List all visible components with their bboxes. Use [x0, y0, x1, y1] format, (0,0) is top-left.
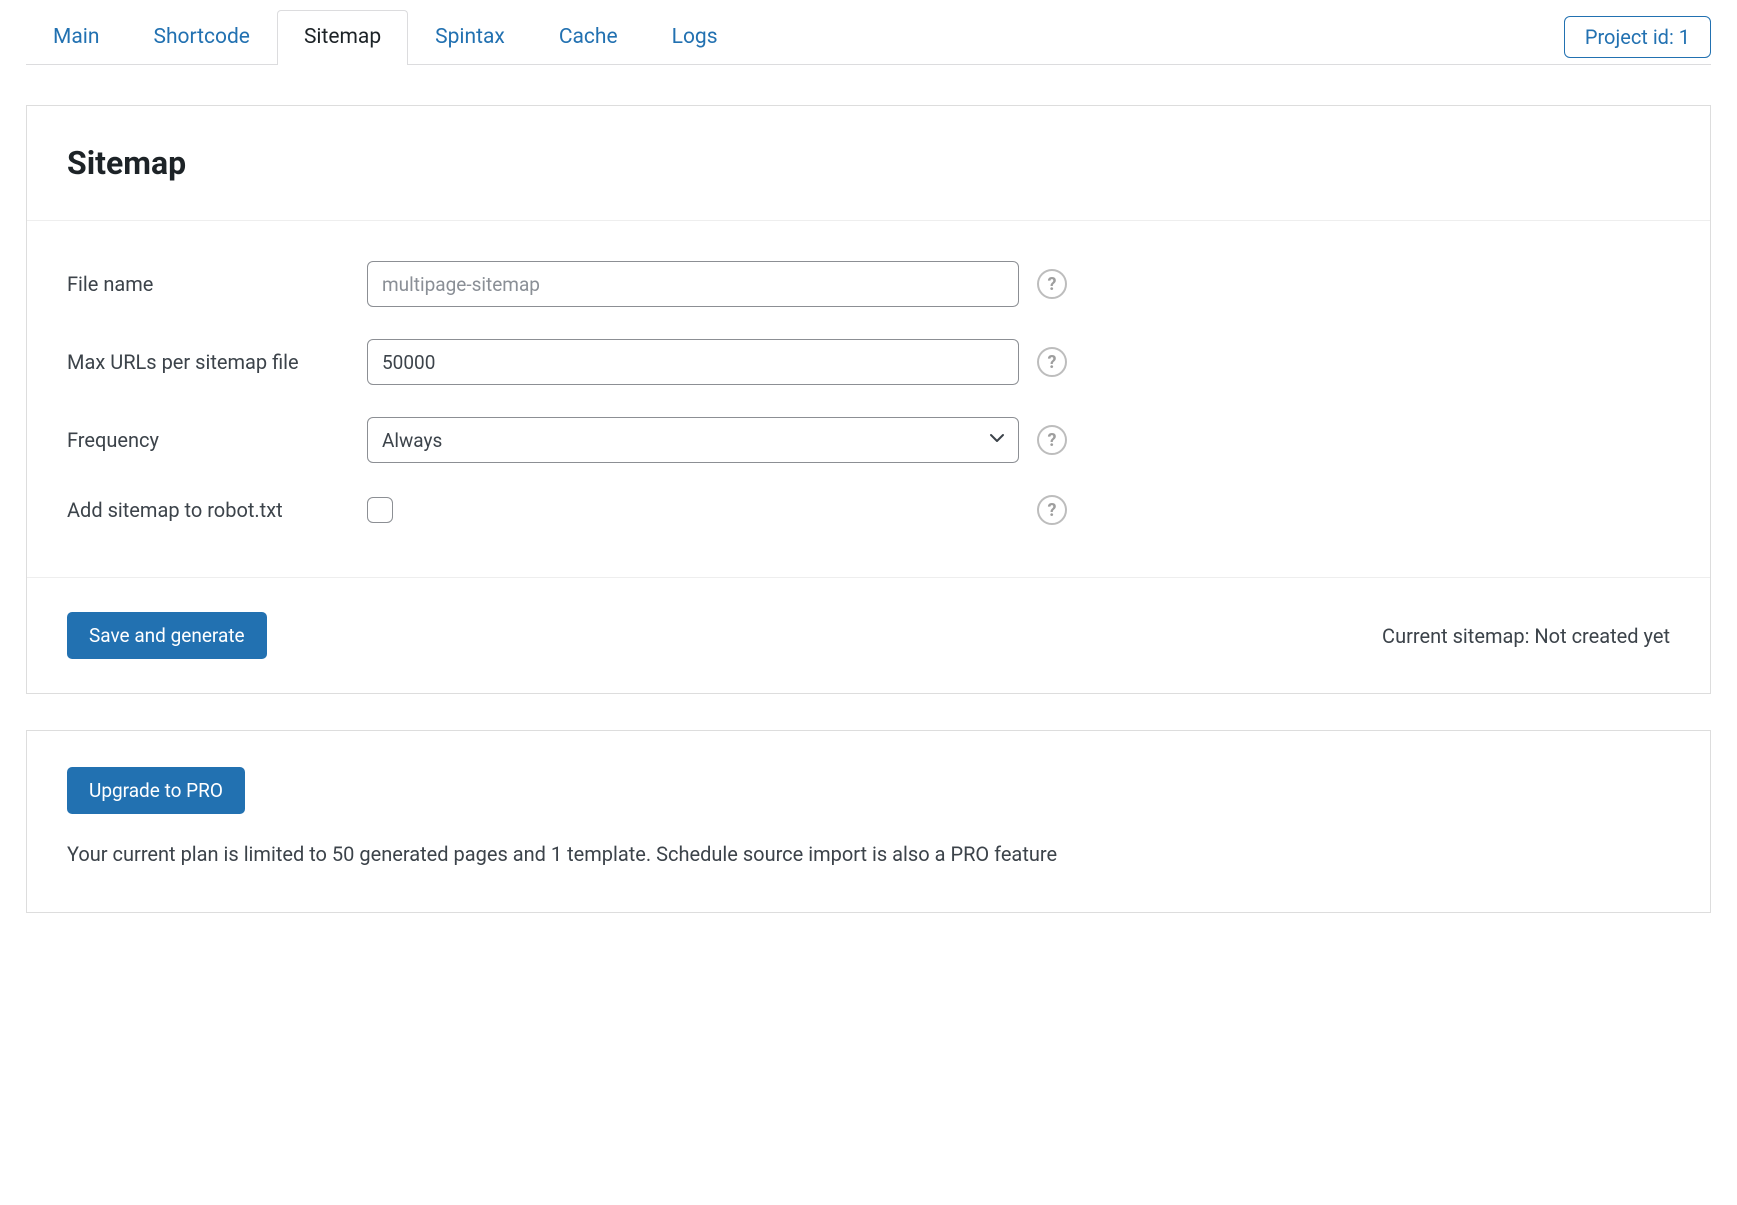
panel-header: Sitemap — [27, 106, 1710, 220]
row-robot-txt: Add sitemap to robot.txt ? — [67, 479, 1670, 541]
max-urls-input[interactable] — [367, 339, 1019, 385]
tab-bar: Main Shortcode Sitemap Spintax Cache Log… — [26, 10, 1711, 65]
frequency-label: Frequency — [67, 428, 367, 452]
tab-spintax[interactable]: Spintax — [408, 10, 532, 65]
tab-cache[interactable]: Cache — [532, 10, 645, 65]
panel-title: Sitemap — [67, 144, 1670, 182]
upgrade-pro-button[interactable]: Upgrade to PRO — [67, 767, 245, 814]
file-name-input[interactable] — [367, 261, 1019, 307]
tab-main[interactable]: Main — [26, 10, 126, 65]
tab-shortcode[interactable]: Shortcode — [126, 10, 276, 65]
frequency-select[interactable]: Always — [367, 417, 1019, 463]
max-urls-label: Max URLs per sitemap file — [67, 350, 367, 374]
upgrade-description: Your current plan is limited to 50 gener… — [67, 842, 1670, 866]
row-frequency: Frequency Always ? — [67, 401, 1670, 479]
sitemap-panel: Sitemap File name ? Max URLs per sitemap… — [26, 105, 1711, 694]
robot-txt-label: Add sitemap to robot.txt — [67, 498, 367, 522]
help-icon[interactable]: ? — [1037, 347, 1067, 377]
row-max-urls: Max URLs per sitemap file ? — [67, 323, 1670, 401]
help-icon[interactable]: ? — [1037, 269, 1067, 299]
row-file-name: File name ? — [67, 245, 1670, 323]
tab-sitemap[interactable]: Sitemap — [277, 10, 408, 65]
file-name-label: File name — [67, 272, 367, 296]
help-icon[interactable]: ? — [1037, 495, 1067, 525]
help-icon[interactable]: ? — [1037, 425, 1067, 455]
sitemap-status: Current sitemap: Not created yet — [1382, 624, 1670, 648]
robot-txt-checkbox[interactable] — [367, 497, 393, 523]
panel-body: File name ? Max URLs per sitemap file ? … — [27, 220, 1710, 577]
upgrade-panel: Upgrade to PRO Your current plan is limi… — [26, 730, 1711, 913]
project-id-badge: Project id: 1 — [1564, 16, 1711, 58]
tab-logs[interactable]: Logs — [645, 10, 745, 65]
panel-footer: Save and generate Current sitemap: Not c… — [27, 577, 1710, 693]
save-generate-button[interactable]: Save and generate — [67, 612, 267, 659]
